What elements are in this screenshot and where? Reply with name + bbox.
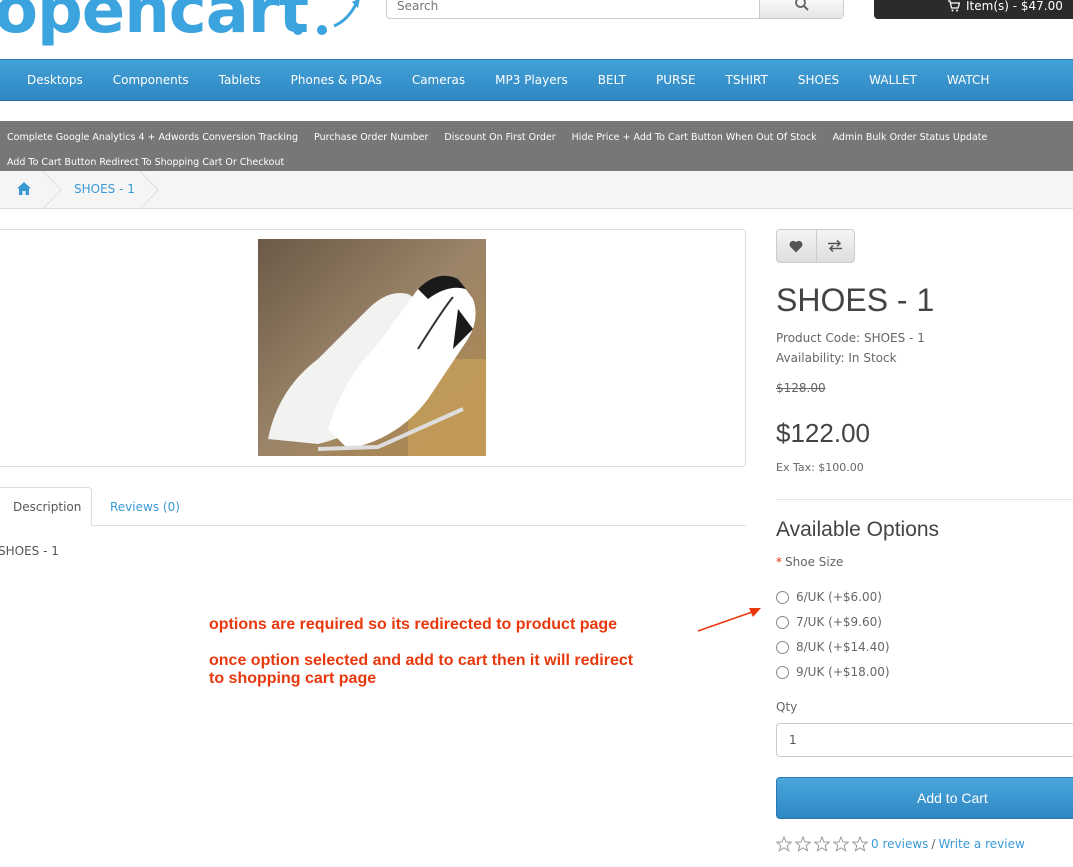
reviews-link[interactable]: 0 reviews xyxy=(871,837,928,851)
menu-item-purse[interactable]: PURSE xyxy=(641,73,711,87)
ext-link-first-order-discount[interactable]: Discount On First Order xyxy=(444,126,555,150)
main-menu: Desktops Components Tablets Phones & PDA… xyxy=(0,59,1073,101)
option-radio-6uk[interactable]: 6/UK (+$6.00) xyxy=(776,590,882,604)
search-bar xyxy=(386,0,844,19)
option-text: 7/UK (+$9.60) xyxy=(796,615,882,629)
add-to-cart-button[interactable]: Add to Cart xyxy=(776,777,1073,819)
ex-tax-price: Ex Tax: $100.00 xyxy=(776,461,864,474)
product-image[interactable] xyxy=(258,239,486,456)
menu-item-cameras[interactable]: Cameras xyxy=(397,73,480,87)
menu-item-desktops[interactable]: Desktops xyxy=(12,73,98,87)
menu-item-phones[interactable]: Phones & PDAs xyxy=(276,73,397,87)
home-icon[interactable] xyxy=(17,182,31,195)
radio-button[interactable] xyxy=(776,615,789,629)
cart-button[interactable]: Item(s) - $47.00 xyxy=(874,0,1073,19)
qty-input[interactable] xyxy=(776,723,1073,757)
option-text: 9/UK (+$18.00) xyxy=(796,665,890,679)
options-heading: Available Options xyxy=(776,518,940,541)
wishlist-compare-group xyxy=(776,229,855,263)
breadcrumb-separator xyxy=(42,171,62,209)
breadcrumb-separator xyxy=(139,171,159,209)
option-label: * Shoe Size xyxy=(776,555,843,569)
product-tabs: Description Reviews (0) xyxy=(0,487,746,526)
star-empty-icon xyxy=(795,836,811,852)
star-empty-icon xyxy=(776,836,792,852)
star-empty-icon xyxy=(833,836,849,852)
menu-item-components[interactable]: Components xyxy=(98,73,204,87)
tab-description[interactable]: Description xyxy=(0,487,92,526)
qty-label: Qty xyxy=(776,700,798,714)
ext-link-bulk-order-status[interactable]: Admin Bulk Order Status Update xyxy=(833,126,988,150)
option-radio-7uk[interactable]: 7/UK (+$9.60) xyxy=(776,615,882,629)
menu-item-wallet[interactable]: WALLET xyxy=(854,73,932,87)
annotation-line-3: to shopping cart page xyxy=(209,670,377,687)
menu-item-shoes[interactable]: SHOES xyxy=(783,73,854,87)
extension-links-bar: Complete Google Analytics 4 + Adwords Co… xyxy=(0,121,1073,171)
divider xyxy=(776,499,1073,500)
menu-item-mp3[interactable]: MP3 Players xyxy=(480,73,583,87)
option-label-text: Shoe Size xyxy=(785,555,844,569)
radio-button[interactable] xyxy=(776,640,789,654)
old-price: $128.00 xyxy=(776,381,826,395)
product-image-panel xyxy=(0,229,746,467)
ext-link-purchase-order[interactable]: Purchase Order Number xyxy=(314,126,428,150)
ext-link-hide-price[interactable]: Hide Price + Add To Cart Button When Out… xyxy=(572,126,817,150)
cart-total: Item(s) - $47.00 xyxy=(966,0,1063,13)
search-input[interactable] xyxy=(387,0,759,18)
annotation-arrow-icon xyxy=(697,608,761,632)
star-empty-icon xyxy=(852,836,868,852)
tab-reviews[interactable]: Reviews (0) xyxy=(94,487,196,526)
write-review-link[interactable]: Write a review xyxy=(938,837,1024,851)
shopping-cart-icon xyxy=(948,0,960,11)
star-empty-icon xyxy=(814,836,830,852)
rating-separator: / xyxy=(931,837,936,851)
ext-link-ga4[interactable]: Complete Google Analytics 4 + Adwords Co… xyxy=(7,126,298,150)
option-radio-8uk[interactable]: 8/UK (+$14.40) xyxy=(776,640,890,654)
rating-row: 0 reviews / Write a review xyxy=(776,836,1025,852)
heart-icon xyxy=(789,240,803,252)
radio-button[interactable] xyxy=(776,665,789,679)
compare-button[interactable] xyxy=(815,230,855,262)
product-title: SHOES - 1 xyxy=(776,282,935,318)
product-price: $122.00 xyxy=(776,418,870,448)
menu-item-tshirt[interactable]: TSHIRT xyxy=(711,73,783,87)
menu-item-belt[interactable]: BELT xyxy=(583,73,641,87)
option-text: 6/UK (+$6.00) xyxy=(796,590,882,604)
option-text: 8/UK (+$14.40) xyxy=(796,640,890,654)
wishlist-button[interactable] xyxy=(777,230,816,262)
option-radio-9uk[interactable]: 9/UK (+$18.00) xyxy=(776,665,890,679)
menu-item-tablets[interactable]: Tablets xyxy=(204,73,276,87)
breadcrumb: SHOES - 1 xyxy=(0,171,1073,209)
search-icon xyxy=(795,0,809,11)
product-code: Product Code: SHOES - 1 xyxy=(776,331,925,345)
exchange-icon xyxy=(828,240,843,252)
store-logo[interactable]: opencart xyxy=(0,0,309,48)
description-text: SHOES - 1 xyxy=(0,544,59,558)
breadcrumb-current[interactable]: SHOES - 1 xyxy=(74,182,135,196)
search-button[interactable] xyxy=(759,0,843,18)
logo-cart-swoosh-icon xyxy=(293,0,360,35)
required-marker: * xyxy=(776,555,782,569)
annotation-line-1: options are required so its redirected t… xyxy=(209,616,618,633)
radio-button[interactable] xyxy=(776,590,789,604)
annotation-line-2: once option selected and add to cart the… xyxy=(209,652,634,669)
product-availability: Availability: In Stock xyxy=(776,351,897,365)
menu-item-watch[interactable]: WATCH xyxy=(932,73,1005,87)
